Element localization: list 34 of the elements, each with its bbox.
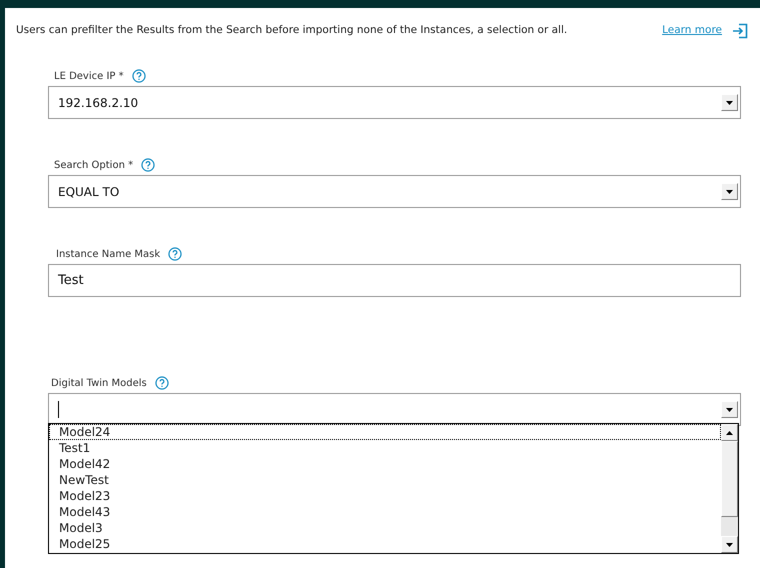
text-field[interactable]: Test [48,264,741,297]
list-option[interactable]: NewTest [49,472,721,488]
caret-down-icon [726,100,733,104]
field-label: Digital Twin Models [51,376,147,390]
list-option[interactable]: Model3 [49,520,721,536]
scroll-thumb[interactable] [721,441,738,517]
field-label: Instance Name Mask [56,248,160,262]
caret-down-icon [726,408,733,412]
dropdown-button[interactable] [721,401,738,418]
help-icon[interactable] [132,69,146,83]
list-option[interactable]: Model23 [49,488,721,504]
select-field[interactable]: 192.168.2.10 [48,86,741,119]
text-cursor [58,401,59,418]
field-label: LE Device IP * [54,70,124,84]
list-option[interactable]: Model25 [49,536,721,552]
select-field[interactable]: EQUAL TO [48,175,741,208]
sign-in-icon[interactable] [732,23,748,39]
dropdown-button[interactable] [721,94,738,111]
help-icon[interactable] [141,158,156,172]
caret-up-icon [726,430,733,434]
caret-down-icon [726,542,733,546]
help-icon[interactable] [154,376,169,390]
scroll-up-button[interactable] [721,424,738,441]
help-icon[interactable] [168,247,182,261]
list-option[interactable]: Model42 [49,456,721,472]
intro-text: Users can prefilter the Results from the Search before importing none of the Instances, a selection or all. [16,23,568,38]
list-option[interactable]: Model24 [49,424,721,440]
list-option[interactable]: Model43 [49,504,721,520]
caret-down-icon [726,190,733,194]
list-option[interactable]: Test1 [49,440,721,456]
scroll-down-button[interactable] [721,536,738,553]
learn-more-link[interactable]: Learn more [662,23,722,39]
dropdown-button[interactable] [721,183,738,200]
field-label: Search Option * [54,158,134,172]
